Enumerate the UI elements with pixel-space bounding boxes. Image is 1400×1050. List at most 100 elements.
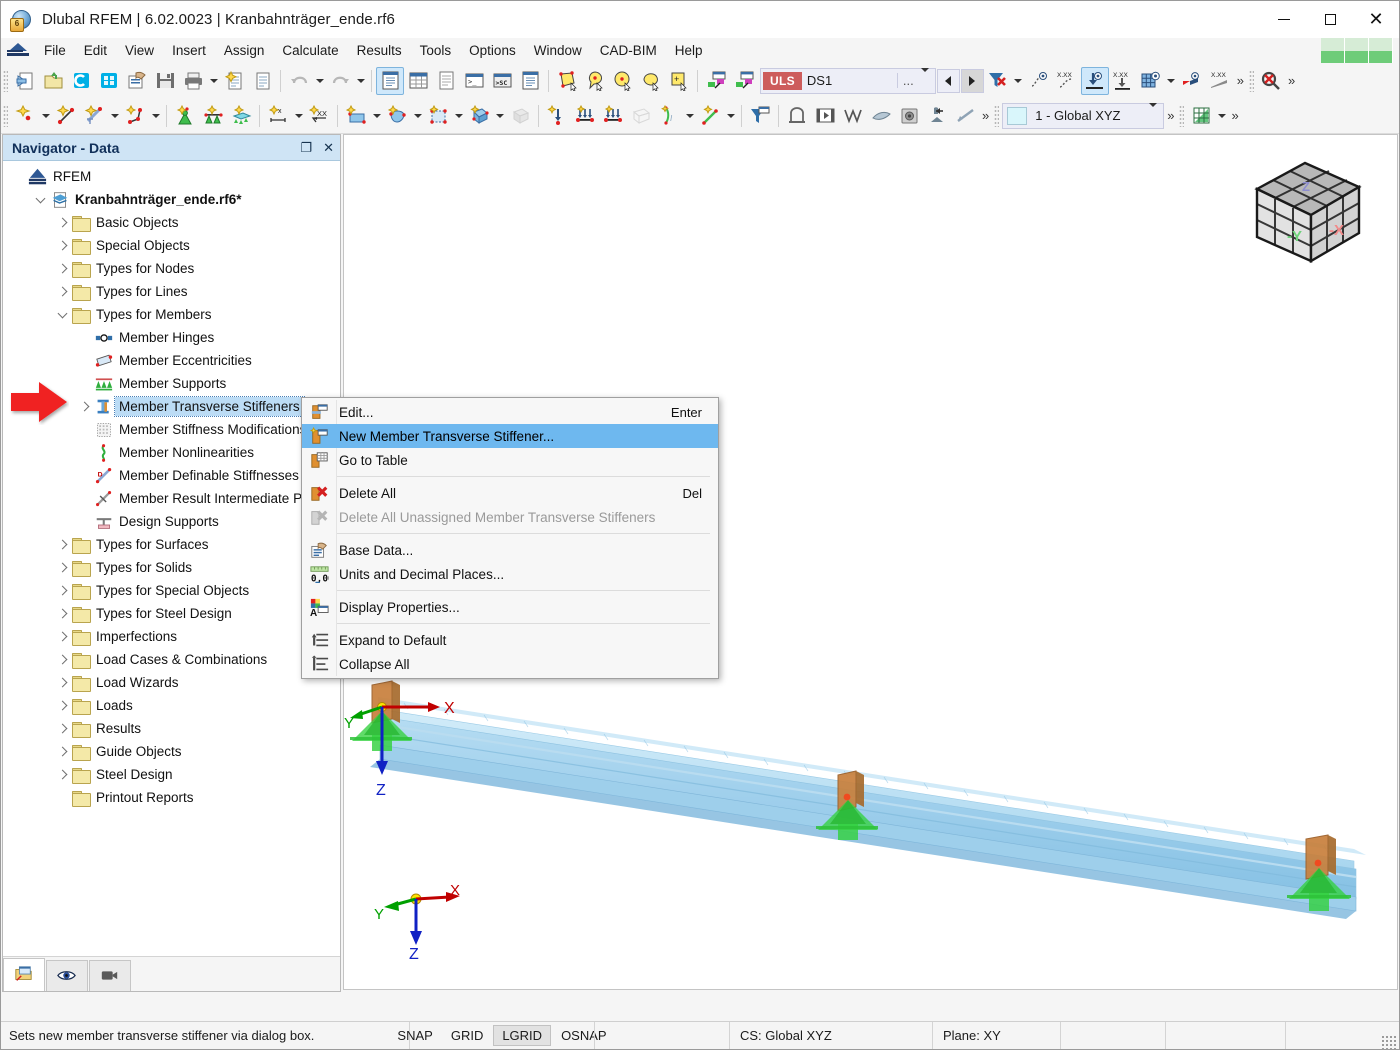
new-surface-dropdown[interactable] <box>370 103 383 129</box>
toolbar2-tail-overflow-button[interactable]: » <box>1228 108 1241 123</box>
new-node-button[interactable] <box>11 102 39 130</box>
navigator-restore-button[interactable]: ❐ <box>300 140 312 156</box>
load-combination-button[interactable] <box>730 67 758 95</box>
toolbar2-overflow-button[interactable]: » <box>979 108 992 123</box>
menu-item-expand-to-default[interactable]: Expand to Default <box>302 628 718 652</box>
coordinate-system-combo[interactable]: 1 - Global XYZ <box>1002 103 1164 129</box>
new-cell-button[interactable] <box>465 102 493 130</box>
chevron-right-icon[interactable] <box>55 237 72 254</box>
tree-item-imperfections[interactable]: Imperfections <box>3 625 340 648</box>
chevron-right-icon[interactable] <box>55 536 72 553</box>
new-polyline-dropdown[interactable] <box>149 103 162 129</box>
result-grid-dropdown[interactable] <box>1165 68 1178 94</box>
new-surface-load-button[interactable] <box>627 102 655 130</box>
design-situation-combo[interactable]: ULS DS1 ... <box>760 68 936 94</box>
chevron-right-icon[interactable] <box>55 766 72 783</box>
new-polyline-button[interactable] <box>121 102 149 130</box>
excel-export-button[interactable] <box>1187 102 1215 130</box>
new-free-load-dropdown[interactable] <box>683 103 696 129</box>
toolbar-grip[interactable] <box>994 105 999 127</box>
minimize-button[interactable] <box>1261 1 1307 38</box>
new-imperfection-button[interactable] <box>696 102 724 130</box>
select-region-button[interactable] <box>553 67 581 95</box>
toolbar-grip[interactable] <box>3 105 8 127</box>
navigator-tab-data[interactable] <box>3 958 45 991</box>
toolbar-grip[interactable] <box>1249 70 1254 92</box>
lgrid-toggle[interactable]: LGRID <box>493 1025 551 1046</box>
redo-button[interactable] <box>326 67 354 95</box>
chevron-right-icon[interactable] <box>55 283 72 300</box>
chevron-right-icon[interactable] <box>55 743 72 760</box>
printout-report-button[interactable] <box>220 67 248 95</box>
menu-item-collapse-all[interactable]: Collapse All <box>302 652 718 676</box>
menu-item-display-properties[interactable]: ADisplay Properties... <box>302 595 718 619</box>
chevron-right-icon[interactable] <box>55 582 72 599</box>
maximize-button[interactable] <box>1307 1 1353 38</box>
menu-tools[interactable]: Tools <box>411 40 461 61</box>
toolbar-grip[interactable] <box>1179 105 1184 127</box>
new-surface-support-button[interactable] <box>227 102 255 130</box>
tree-item-member-definable-stiffnesses[interactable]: DMember Definable Stiffnesses <box>3 464 340 487</box>
console-panel-button[interactable]: >_ <box>460 67 488 95</box>
result-grid-button[interactable] <box>1137 67 1165 95</box>
tree-item-types-for-lines[interactable]: Types for Lines <box>3 280 340 303</box>
context-menu[interactable]: Edit...EnterNew Member Transverse Stiffe… <box>301 397 719 679</box>
new-line-button[interactable] <box>52 102 80 130</box>
chevron-right-icon[interactable] <box>55 674 72 691</box>
redo-dropdown[interactable] <box>354 68 367 94</box>
tree-item-member-hinges[interactable]: Member Hinges <box>3 326 340 349</box>
grid-toggle[interactable]: GRID <box>443 1026 492 1045</box>
shaded-button[interactable] <box>867 102 895 130</box>
undo-button[interactable] <box>285 67 313 95</box>
chevron-right-icon[interactable] <box>55 651 72 668</box>
menu-file[interactable]: File <box>35 40 75 61</box>
animation-button[interactable] <box>811 102 839 130</box>
new-model-button[interactable] <box>11 67 39 95</box>
result-diagram-button[interactable] <box>1178 67 1206 95</box>
menu-item-go-to-table[interactable]: Go to Table <box>302 448 718 472</box>
new-line-support-button[interactable] <box>199 102 227 130</box>
new-cell-dropdown[interactable] <box>493 103 506 129</box>
tree-item-member-nonlinearities[interactable]: Member Nonlinearities <box>3 441 340 464</box>
toolbar-overflow-button[interactable]: » <box>1234 73 1247 88</box>
display-filter-button[interactable] <box>746 102 774 130</box>
new-opening-button[interactable] <box>424 102 452 130</box>
new-imperfection-dropdown[interactable] <box>724 103 737 129</box>
rotate-button[interactable] <box>951 102 979 130</box>
menu-item-delete-all[interactable]: Delete AllDel <box>302 481 718 505</box>
load-values-button[interactable]: X.XX <box>1109 67 1137 95</box>
list-panel-button[interactable] <box>432 67 460 95</box>
clear-filter-dropdown[interactable] <box>1012 68 1025 94</box>
open-button[interactable] <box>39 67 67 95</box>
model-import-button[interactable] <box>95 67 123 95</box>
navigator-tab-display[interactable] <box>46 960 88 991</box>
script-panel-button[interactable]: >SC <box>488 67 516 95</box>
tree-item-loads[interactable]: Loads <box>3 694 340 717</box>
menu-item-new-member-transverse-stiffener[interactable]: New Member Transverse Stiffener... <box>302 424 718 448</box>
menu-options[interactable]: Options <box>460 40 525 61</box>
select-freehand-button[interactable] <box>637 67 665 95</box>
chevron-right-icon[interactable] <box>55 559 72 576</box>
chevron-right-icon[interactable] <box>55 697 72 714</box>
tree-item-types-for-solids[interactable]: Types for Solids <box>3 556 340 579</box>
new-coordinate-button[interactable]: XX <box>305 102 333 130</box>
tree-item-member-eccentricities[interactable]: Member Eccentricities <box>3 349 340 372</box>
tree-item-basic-objects[interactable]: Basic Objects <box>3 211 340 234</box>
print-button[interactable] <box>179 67 207 95</box>
menu-assign[interactable]: Assign <box>215 40 274 61</box>
new-dimension-dropdown[interactable] <box>292 103 305 129</box>
menu-item-edit[interactable]: Edit...Enter <box>302 400 718 424</box>
close-button[interactable]: ✕ <box>1353 1 1399 38</box>
show-loads-button[interactable] <box>1081 67 1109 95</box>
reset-zoom-button[interactable] <box>1257 67 1285 95</box>
table-panel-button[interactable] <box>404 67 432 95</box>
new-opening-dropdown[interactable] <box>452 103 465 129</box>
chevron-right-icon[interactable] <box>55 260 72 277</box>
new-dimension-button[interactable]: x <box>264 102 292 130</box>
menu-item-units-and-decimal-places[interactable]: 0,00Units and Decimal Places... <box>302 562 718 586</box>
new-solid-button[interactable] <box>383 102 411 130</box>
tree-item-design-supports[interactable]: Design Supports <box>3 510 340 533</box>
chevron-right-icon[interactable] <box>77 398 94 415</box>
menu-item-base-data[interactable]: Base Data... <box>302 538 718 562</box>
tree-item-guide-objects[interactable]: Guide Objects <box>3 740 340 763</box>
